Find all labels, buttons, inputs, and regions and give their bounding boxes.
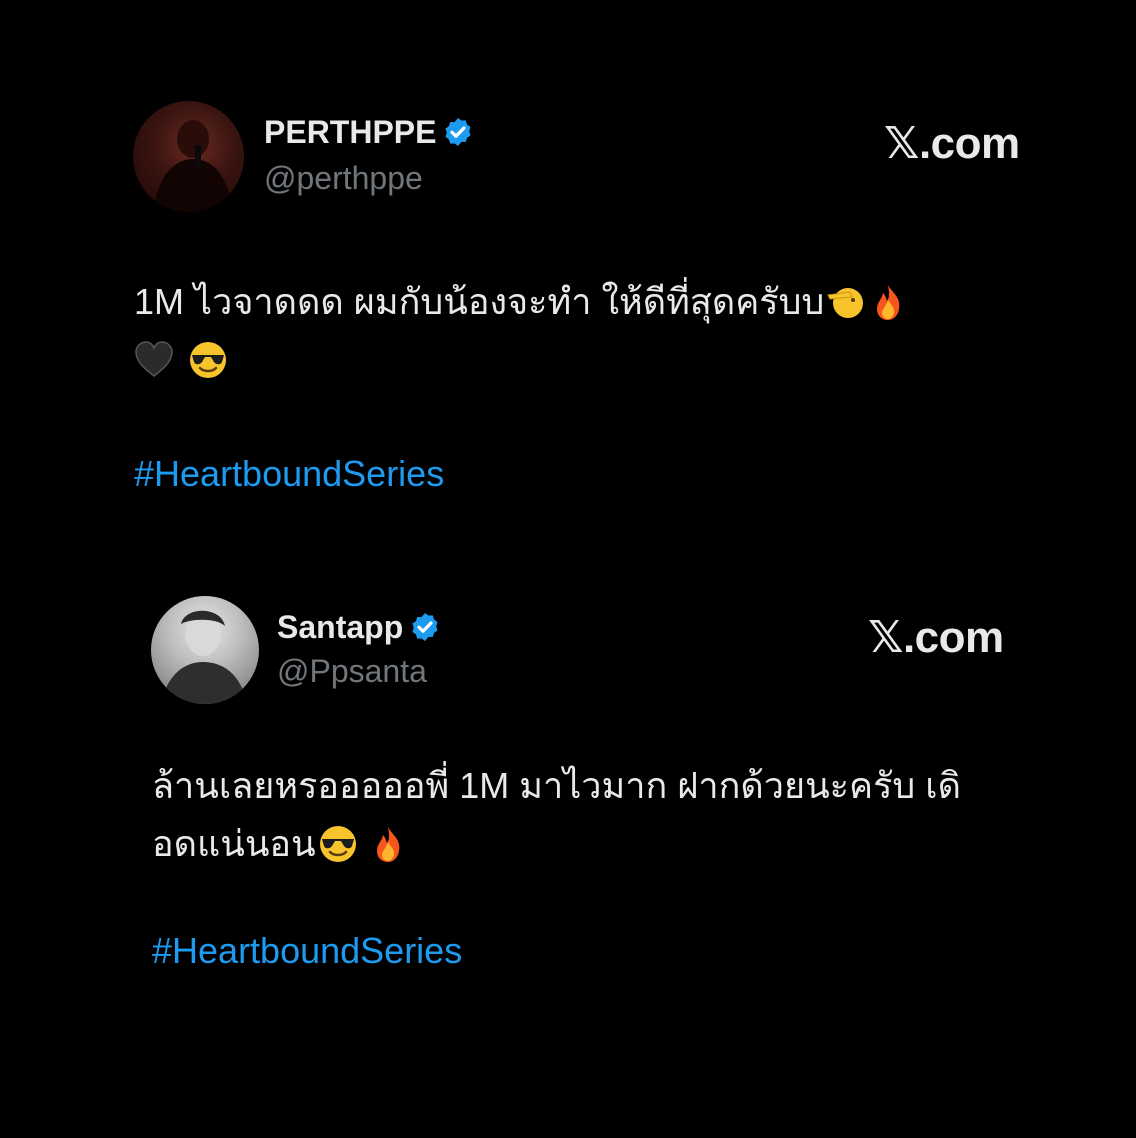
smiling-face-with-sunglasses-emoji	[190, 342, 226, 378]
site-domain: .com	[902, 613, 1004, 662]
hashtag-link[interactable]: #HeartboundSeries	[134, 453, 444, 495]
saluting-face-emoji	[827, 288, 864, 318]
black-heart-emoji	[135, 341, 173, 377]
post-text-line-1: ล้านเลยหรอออออพี่ 1M มาไวมาก ฝากด้วยนะคร…	[152, 765, 961, 806]
verified-badge-icon	[412, 613, 438, 641]
post-text-line-1: 1M ไวจาดดด ผมกับน้องจะทำ ให้ดีที่สุดครับ…	[134, 276, 908, 328]
verified-badge-icon	[445, 118, 472, 146]
post-text-line-2: อดแน่นอน	[152, 818, 408, 870]
smiling-face-with-sunglasses-emoji	[319, 826, 356, 862]
x-com-logo: 𝕏.com	[868, 612, 1004, 663]
fire-emoji	[877, 285, 900, 320]
fire-emoji	[376, 827, 399, 862]
handle[interactable]: @Ppsanta	[277, 653, 427, 690]
site-domain: .com	[918, 119, 1020, 168]
x-com-logo: 𝕏.com	[884, 118, 1020, 169]
post-text: 1M ไวจาดดด ผมกับน้องจะทำ ให้ดีที่สุดครับ…	[134, 281, 825, 322]
x-logo-icon: 𝕏	[868, 612, 903, 663]
handle[interactable]: @perthppe	[264, 160, 423, 197]
post-text: อดแน่นอน	[152, 823, 316, 864]
display-name[interactable]: PERTHPPE	[264, 114, 474, 151]
display-name-text: Santapp	[277, 609, 404, 645]
hashtag-link[interactable]: #HeartboundSeries	[152, 930, 462, 972]
avatar[interactable]	[133, 101, 244, 212]
display-name-text: PERTHPPE	[264, 114, 437, 150]
post-text-line-2	[134, 334, 228, 386]
display-name[interactable]: Santapp	[277, 609, 441, 646]
x-logo-icon: 𝕏	[884, 118, 919, 169]
avatar[interactable]	[151, 596, 259, 704]
